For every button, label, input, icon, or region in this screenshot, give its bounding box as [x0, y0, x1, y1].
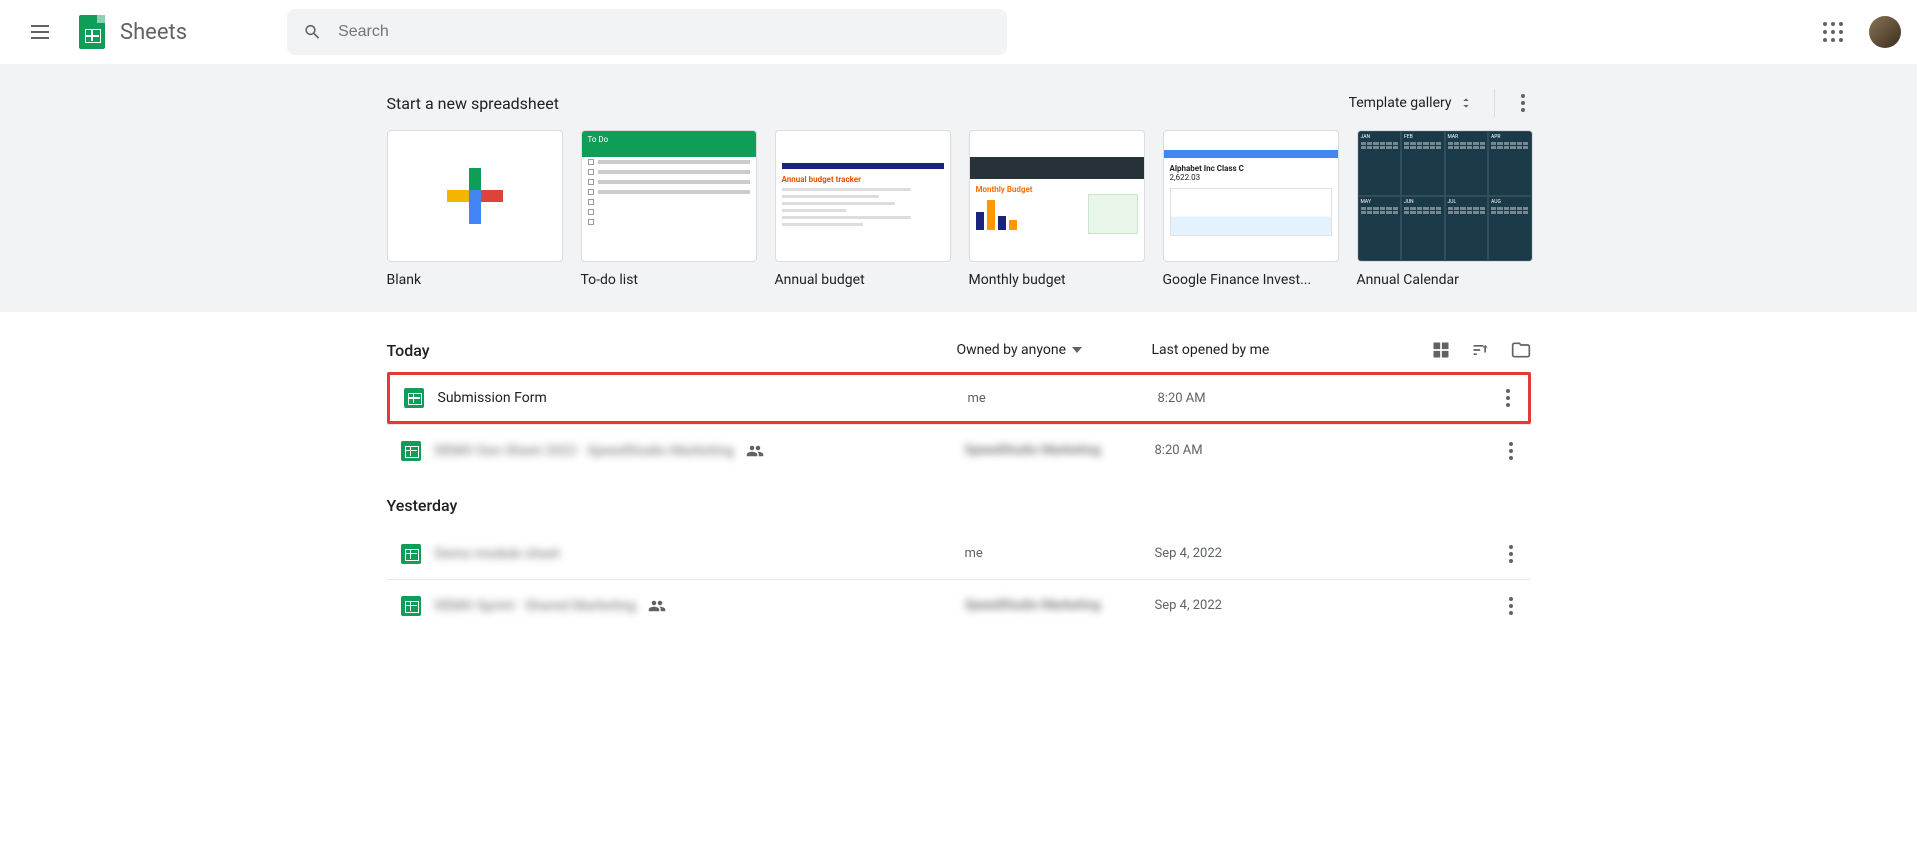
files-section-heading: Yesterday: [387, 476, 1531, 527]
folder-icon: [1511, 340, 1531, 360]
search-input[interactable]: [338, 23, 991, 41]
template-row: Blank To Do To-do list: [387, 130, 1531, 288]
account-avatar[interactable]: [1869, 16, 1901, 48]
template-thumb: JAN FEB MAR APR MAY JUN JUL AUG: [1357, 130, 1533, 262]
file-date: 8:20 AM: [1158, 391, 1408, 406]
sort-az-button[interactable]: [1471, 340, 1491, 360]
thumb-stock-price: 2,622.03: [1170, 173, 1332, 182]
template-thumb: Annual budget tracker: [775, 130, 951, 262]
file-more-button[interactable]: [1503, 591, 1531, 621]
hamburger-icon: [31, 25, 49, 39]
template-label: Monthly budget: [969, 272, 1145, 288]
template-thumb: Monthly Budget: [969, 130, 1145, 262]
template-annual-budget[interactable]: Annual budget tracker Annual budget: [775, 130, 951, 288]
file-name: Submission Form: [438, 390, 968, 406]
sheets-file-icon: [401, 596, 421, 616]
template-label: Annual Calendar: [1357, 272, 1533, 288]
open-file-picker-button[interactable]: [1511, 340, 1531, 360]
grid-icon: [1431, 340, 1451, 360]
template-header: Start a new spreadsheet Template gallery: [387, 80, 1531, 130]
template-thumb: Alphabet Inc Class C 2,622.03: [1163, 130, 1339, 262]
sort-icon: [1471, 340, 1491, 360]
grid-view-button[interactable]: [1431, 340, 1451, 360]
template-section-title: Start a new spreadsheet: [387, 94, 559, 113]
template-more-button[interactable]: [1515, 88, 1531, 118]
view-controls: [1431, 340, 1531, 360]
file-name-text: DEMO Gen Sheet 2022 · SpeedStudio Market…: [435, 443, 734, 459]
shared-icon: [648, 597, 666, 615]
files-header-row: Today Owned by anyone Last opened by me: [387, 328, 1531, 372]
template-actions: Template gallery: [1349, 88, 1531, 118]
file-name-text: Submission Form: [438, 390, 547, 406]
divider: [1494, 89, 1495, 117]
file-name-text: DEMO Sprint · Shared Marketing: [435, 598, 637, 614]
file-type-icon-cell: [390, 388, 438, 408]
thumb-title: To Do: [582, 131, 756, 157]
file-name: DEMO Sprint · Shared Marketing: [435, 597, 965, 615]
brand-name: Sheets: [120, 20, 187, 45]
template-label: Google Finance Invest...: [1163, 272, 1339, 288]
plus-icon: [447, 168, 503, 224]
template-thumb: [387, 130, 563, 262]
template-monthly-budget[interactable]: Monthly Budget Monthly budget: [969, 130, 1145, 288]
template-label: Blank: [387, 272, 563, 288]
sheets-file-icon: [401, 441, 421, 461]
template-section: Start a new spreadsheet Template gallery: [0, 64, 1917, 312]
file-type-icon-cell: [387, 441, 435, 461]
search-icon: [303, 22, 322, 42]
owner-filter-dropdown[interactable]: Owned by anyone: [957, 342, 1152, 358]
file-more-button[interactable]: [1503, 539, 1531, 569]
file-more-button[interactable]: [1500, 383, 1528, 413]
template-label: Annual budget: [775, 272, 951, 288]
search-bar[interactable]: [287, 9, 1007, 55]
caret-down-icon: [1072, 347, 1082, 353]
file-row[interactable]: DEMO Sprint · Shared Marketing SpeedStud…: [387, 579, 1531, 631]
owner-filter-label: Owned by anyone: [957, 342, 1067, 358]
file-owner: SpeedStudio Marketing: [965, 598, 1155, 613]
thumb-title: Monthly Budget: [976, 185, 1138, 194]
file-type-icon-cell: [387, 544, 435, 564]
file-more-button[interactable]: [1503, 436, 1531, 466]
template-annual-calendar[interactable]: JAN FEB MAR APR MAY JUN JUL AUG Annual C…: [1357, 130, 1533, 288]
file-name-text: Demo module sheet: [435, 546, 560, 562]
template-gallery-button[interactable]: Template gallery: [1349, 95, 1474, 111]
template-thumb: To Do: [581, 130, 757, 262]
thumb-stock-name: Alphabet Inc Class C: [1170, 164, 1332, 173]
file-row-submission-form[interactable]: Submission Form me 8:20 AM: [387, 372, 1531, 424]
file-row[interactable]: Demo module sheet me Sep 4, 2022: [387, 527, 1531, 579]
apps-grid-icon: [1823, 22, 1843, 42]
unfold-icon: [1458, 95, 1474, 111]
file-type-icon-cell: [387, 596, 435, 616]
file-owner: me: [968, 391, 1158, 406]
template-label: To-do list: [581, 272, 757, 288]
file-owner: me: [965, 546, 1155, 561]
files-section: Today Owned by anyone Last opened by me: [0, 312, 1917, 647]
sheets-file-icon: [401, 544, 421, 564]
sheets-file-icon: [404, 388, 424, 408]
template-google-finance[interactable]: Alphabet Inc Class C 2,622.03 Google Fin…: [1163, 130, 1339, 288]
thumb-title: Annual budget tracker: [782, 175, 944, 184]
file-date: 8:20 AM: [1155, 443, 1405, 458]
main-menu-button[interactable]: [16, 8, 64, 56]
file-owner: SpeedStudio Marketing: [965, 443, 1155, 458]
template-blank[interactable]: Blank: [387, 130, 563, 288]
files-section-heading: Today: [387, 341, 957, 360]
file-date: Sep 4, 2022: [1155, 598, 1405, 613]
google-apps-button[interactable]: [1813, 12, 1853, 52]
file-date: Sep 4, 2022: [1155, 546, 1405, 561]
file-name: Demo module sheet: [435, 546, 965, 562]
template-gallery-label: Template gallery: [1349, 95, 1452, 111]
sheets-icon: [79, 15, 105, 49]
header-right: [1813, 12, 1901, 52]
template-todo[interactable]: To Do To-do list: [581, 130, 757, 288]
sort-column-label[interactable]: Last opened by me: [1152, 342, 1402, 358]
file-name: DEMO Gen Sheet 2022 · SpeedStudio Market…: [435, 442, 965, 460]
search-container: [287, 9, 1007, 55]
sheets-logo[interactable]: [72, 12, 112, 52]
app-header: Sheets: [0, 0, 1917, 64]
file-row[interactable]: DEMO Gen Sheet 2022 · SpeedStudio Market…: [387, 424, 1531, 476]
shared-icon: [746, 442, 764, 460]
